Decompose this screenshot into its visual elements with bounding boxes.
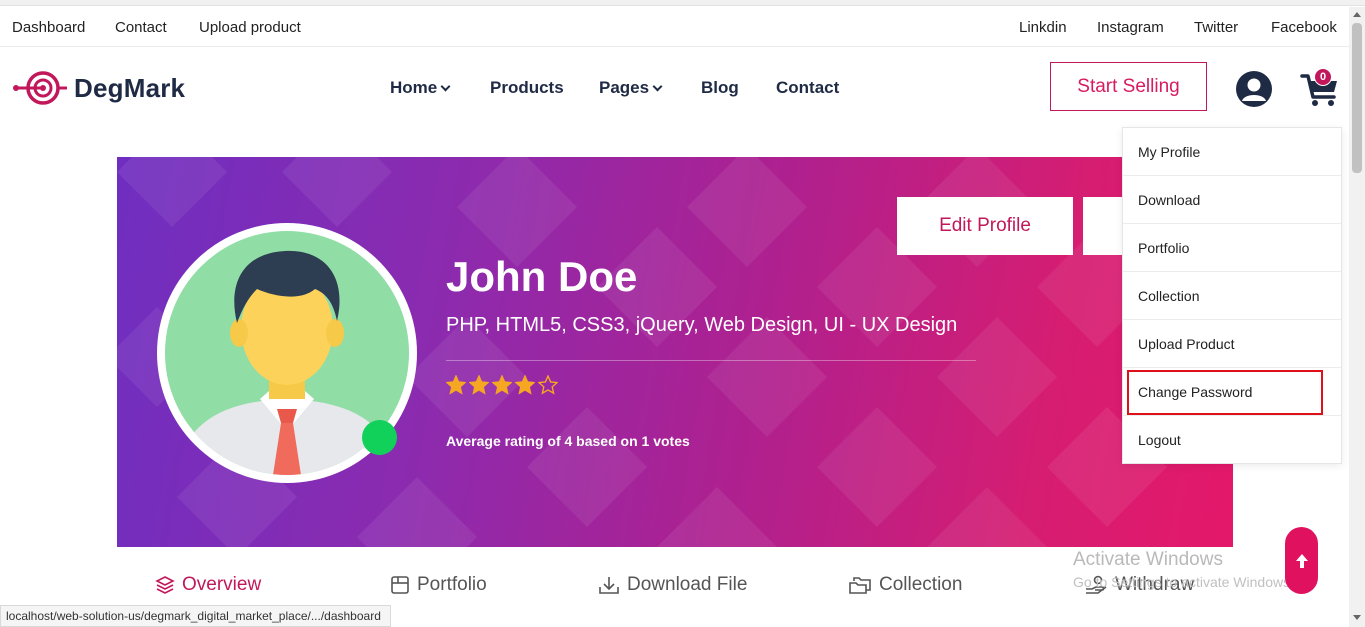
topbar-link-upload-product[interactable]: Upload product (199, 19, 301, 36)
arrow-up-icon (1295, 553, 1308, 568)
topbar-link-dashboard[interactable]: Dashboard (12, 19, 85, 36)
nav-item-home[interactable]: Home (390, 78, 451, 98)
user-icon[interactable] (1236, 71, 1272, 107)
logo-icon (13, 71, 67, 105)
windows-watermark-subtitle: Go to Settings to activate Windows. (1073, 574, 1294, 590)
nav-label-contact: Contact (776, 78, 840, 97)
tab-download-file[interactable]: Download File (598, 574, 747, 596)
browser-top-strip (0, 0, 1365, 6)
edit-profile-button[interactable]: Edit Profile (897, 197, 1073, 255)
tab-label: Collection (879, 574, 963, 595)
menu-item-collection[interactable]: Collection (1123, 272, 1341, 320)
profile-skills: PHP, HTML5, CSS3, jQuery, Web Design, UI… (446, 314, 958, 336)
download-icon (599, 577, 619, 594)
nav-item-contact[interactable]: Contact (776, 78, 839, 98)
menu-item-my-profile[interactable]: My Profile (1123, 128, 1341, 176)
menu-item-logout[interactable]: Logout (1123, 416, 1341, 464)
nav-label-blog: Blog (701, 78, 739, 97)
menu-item-upload-product[interactable]: Upload Product (1123, 320, 1341, 368)
scrollbar-thumb[interactable] (1352, 23, 1362, 173)
chevron-down-icon (652, 81, 663, 92)
logo-text: DegMark (74, 72, 186, 103)
topbar-link-contact[interactable]: Contact (115, 19, 167, 36)
nav-label-products: Products (490, 78, 564, 97)
scroll-to-top-button[interactable] (1285, 527, 1318, 594)
social-link-instagram[interactable]: Instagram (1097, 19, 1164, 36)
online-status-indicator (362, 420, 397, 455)
layers-icon (155, 576, 175, 594)
star-filled-icon (446, 375, 466, 395)
profile-banner: John Doe PHP, HTML5, CSS3, jQuery, Web D… (117, 157, 1233, 547)
star-filled-icon (492, 375, 512, 395)
star-filled-icon (515, 375, 535, 395)
tab-collection[interactable]: Collection (848, 574, 962, 596)
folders-icon (849, 577, 871, 594)
social-link-linkedin[interactable]: Linkdin (1019, 19, 1067, 36)
profile-name: John Doe (446, 253, 638, 300)
menu-item-download[interactable]: Download (1123, 176, 1341, 224)
rating-summary: Average rating of 4 based on 1 votes (446, 433, 690, 449)
rating-stars (446, 375, 558, 395)
scroll-up-arrow-icon[interactable] (1352, 10, 1362, 20)
tab-label: Overview (182, 574, 262, 595)
windows-watermark-title: Activate Windows (1073, 549, 1223, 570)
nav-item-products[interactable]: Products (490, 78, 564, 98)
menu-item-portfolio[interactable]: Portfolio (1123, 224, 1341, 272)
nav-label-home: Home (390, 78, 438, 97)
nav-item-blog[interactable]: Blog (701, 78, 739, 98)
star-empty-icon (538, 375, 558, 395)
tab-label: Portfolio (417, 574, 487, 595)
cart-count-badge: 0 (1314, 68, 1332, 86)
start-selling-button[interactable]: Start Selling (1050, 62, 1207, 111)
highlight-box (1127, 370, 1323, 415)
browser-status-bar: localhost/web-solution-us/degmark_digita… (0, 605, 391, 627)
tab-portfolio[interactable]: Portfolio (390, 574, 487, 596)
tab-overview[interactable]: Overview (155, 574, 261, 596)
nav-item-pages[interactable]: Pages (599, 78, 663, 98)
portfolio-icon (391, 576, 409, 594)
scroll-down-arrow-icon[interactable] (1352, 612, 1362, 622)
top-bar: Dashboard Contact Upload product Linkdin… (0, 7, 1349, 47)
nav-label-pages: Pages (599, 78, 650, 97)
site-logo[interactable]: DegMark (12, 68, 185, 108)
star-filled-icon (469, 375, 489, 395)
profile-divider (446, 360, 976, 361)
chevron-down-icon (440, 81, 451, 92)
social-link-twitter[interactable]: Twitter (1194, 19, 1238, 36)
social-link-facebook[interactable]: Facebook (1271, 19, 1337, 36)
tab-label: Download File (627, 574, 748, 595)
